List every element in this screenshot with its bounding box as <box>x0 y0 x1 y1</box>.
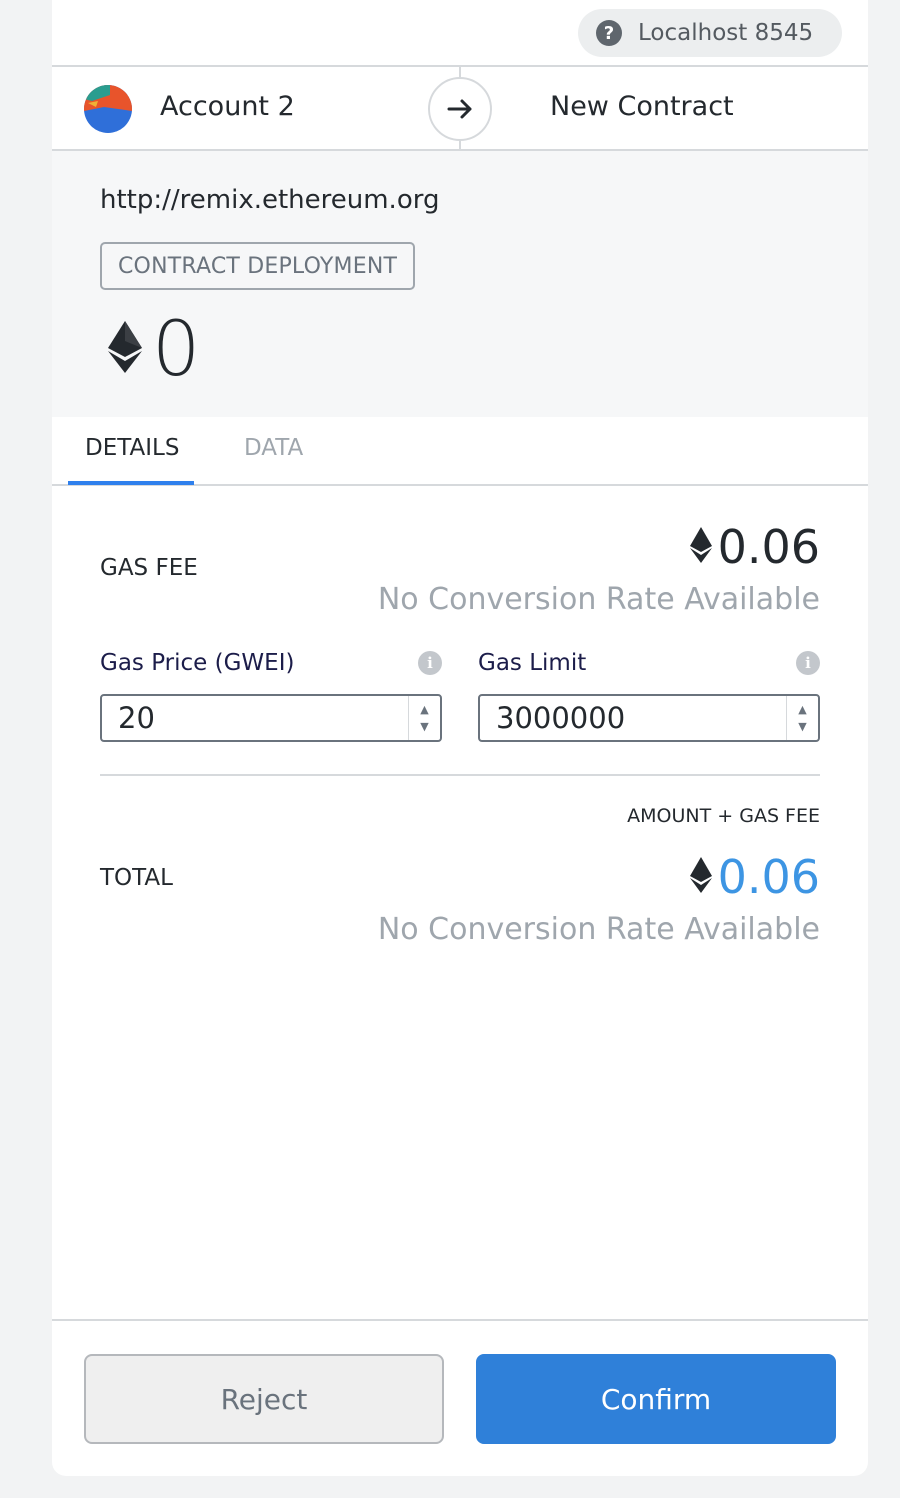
confirm-transaction-panel: ? Localhost 8545 Account 2 New Contract … <box>52 0 868 1476</box>
total-sublabel: AMOUNT + GAS FEE <box>627 805 820 827</box>
gas-price-stepper: ▲ ▼ <box>100 694 442 742</box>
gas-fee-value: 0.06 <box>689 520 820 574</box>
total-amount: 0.06 <box>717 850 820 904</box>
gas-fee-conversion: No Conversion Rate Available <box>377 582 820 617</box>
tab-details[interactable]: DETAILS <box>85 435 179 461</box>
account-avatar <box>84 85 132 133</box>
recipient-name: New Contract <box>550 91 734 122</box>
gas-fee-amount: 0.06 <box>717 520 820 574</box>
increment-arrow-icon[interactable]: ▲ <box>420 701 428 718</box>
confirm-button[interactable]: Confirm <box>476 1354 836 1444</box>
network-bar: ? Localhost 8545 <box>52 0 868 67</box>
origin-url: http://remix.ethereum.org <box>100 185 440 215</box>
decrement-arrow-icon[interactable]: ▼ <box>798 718 806 735</box>
sender-account-name[interactable]: Account 2 <box>160 91 295 122</box>
info-circle-icon[interactable]: i <box>418 651 442 675</box>
info-circle-icon[interactable]: i <box>796 651 820 675</box>
network-selector[interactable]: ? Localhost 8545 <box>578 9 842 57</box>
tab-bar: DETAILS DATA <box>52 417 868 486</box>
increment-arrow-icon[interactable]: ▲ <box>798 701 806 718</box>
ethereum-icon <box>689 857 712 897</box>
action-badge: CONTRACT DEPLOYMENT <box>100 242 416 290</box>
gas-limit-label: Gas Limit <box>478 650 587 676</box>
section-divider <box>100 774 820 776</box>
network-label: Localhost 8545 <box>638 20 814 46</box>
total-value: 0.06 <box>689 850 820 904</box>
gas-fee-label: GAS FEE <box>100 555 198 581</box>
gas-limit-spinner: ▲ ▼ <box>786 696 818 740</box>
tab-data[interactable]: DATA <box>244 435 303 461</box>
arrow-right-icon <box>428 77 492 141</box>
gas-price-input[interactable] <box>102 696 410 740</box>
divider-line <box>459 141 461 151</box>
amount-value: 0 <box>152 304 201 393</box>
ethereum-icon <box>108 321 142 377</box>
reject-button[interactable]: Reject <box>84 1354 444 1444</box>
ethereum-icon <box>689 527 712 567</box>
total-conversion: No Conversion Rate Available <box>377 912 820 947</box>
active-tab-indicator <box>68 481 194 485</box>
gas-price-label: Gas Price (GWEI) <box>100 650 295 676</box>
sender-recipient-row: Account 2 New Contract <box>52 67 868 151</box>
gas-price-spinner: ▲ ▼ <box>408 696 440 740</box>
gas-limit-input[interactable] <box>480 696 788 740</box>
decrement-arrow-icon[interactable]: ▼ <box>420 718 428 735</box>
transaction-summary: http://remix.ethereum.org CONTRACT DEPLO… <box>52 151 868 417</box>
total-label: TOTAL <box>100 865 173 891</box>
question-circle-icon: ? <box>596 20 622 46</box>
gas-limit-stepper: ▲ ▼ <box>478 694 820 742</box>
footer-divider <box>52 1319 868 1321</box>
transaction-amount: 0 <box>108 311 200 387</box>
